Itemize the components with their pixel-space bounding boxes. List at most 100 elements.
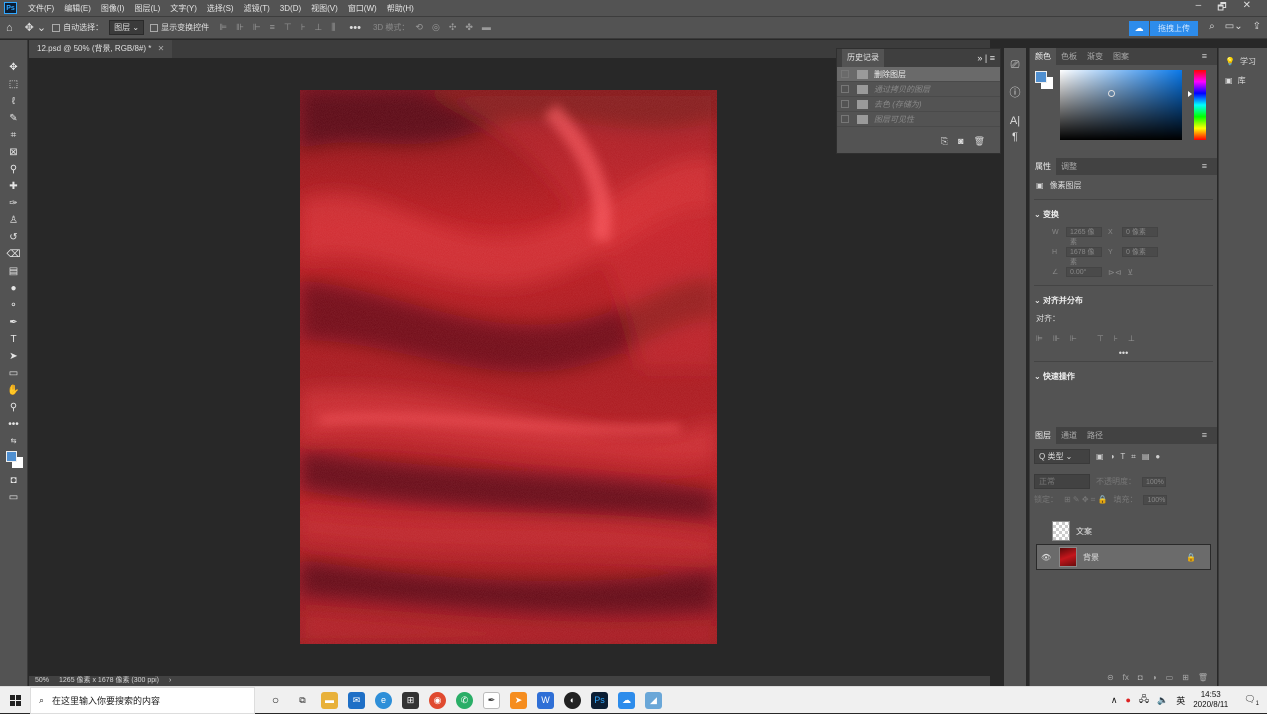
tab-color[interactable]: 颜色 — [1030, 48, 1056, 65]
align-top-edges-icon[interactable]: ⊤ — [1097, 334, 1104, 343]
color-swatches[interactable] — [4, 451, 24, 471]
menu-select[interactable]: 选择(S) — [202, 3, 239, 14]
type-tool-icon[interactable]: T — [4, 332, 24, 347]
paragraph-panel-icon[interactable]: ¶ — [1004, 126, 1026, 148]
close-tab-icon[interactable]: ✕ — [158, 44, 165, 53]
menu-view[interactable]: 视图(V) — [306, 3, 343, 14]
flip-horizontal-icon[interactable]: ⊳⊲ — [1108, 268, 1121, 277]
brush-tool-icon[interactable]: ✑ — [4, 196, 24, 211]
history-source-checkbox[interactable] — [841, 100, 849, 108]
history-source-checkbox[interactable] — [841, 115, 849, 123]
menu-3d[interactable]: 3D(D) — [275, 4, 306, 13]
blur-tool-icon[interactable]: ● — [4, 281, 24, 296]
fill-field[interactable]: 100% — [1143, 494, 1168, 505]
feishu-icon[interactable]: ➤ — [510, 691, 527, 709]
tab-patterns[interactable]: 图案 — [1108, 48, 1134, 65]
menu-help[interactable]: 帮助(H) — [382, 3, 419, 14]
filter-shape-icon[interactable]: ⌗ — [1131, 452, 1136, 462]
transform-section[interactable]: ⌄ 变换 — [1030, 203, 1217, 222]
align-left-edges-icon[interactable]: ⊫ — [1036, 334, 1043, 343]
lock-icon[interactable]: 🔒 — [1186, 553, 1196, 562]
menu-image[interactable]: 图像(I) — [96, 3, 130, 14]
align-bottom-icon[interactable]: ⊥ — [314, 22, 322, 33]
align-center-icon[interactable]: ⊪ — [236, 22, 244, 33]
y-field[interactable]: 0 像素 — [1122, 247, 1158, 257]
crop-tool-icon[interactable]: ⌗ — [4, 128, 24, 143]
panel-menu-icon[interactable]: ≡ — [1197, 427, 1212, 444]
link-layers-icon[interactable]: ⊝ — [1107, 673, 1114, 682]
align-right-edges-icon[interactable]: ⊩ — [1070, 334, 1077, 343]
libraries-panel-button[interactable]: ▣ 库 — [1219, 67, 1267, 86]
move-tool-icon[interactable]: ✥ ⌄ — [25, 21, 47, 34]
path-select-tool-icon[interactable]: ➤ — [4, 349, 24, 364]
healing-tool-icon[interactable]: ✚ — [4, 179, 24, 194]
info-panel-icon[interactable]: ⓘ — [1004, 82, 1026, 104]
home-icon[interactable]: ⌂ — [6, 22, 13, 34]
dodge-tool-icon[interactable]: ⚬ — [4, 298, 24, 313]
move-tool-icon[interactable]: ✥ — [4, 60, 24, 75]
panel-menu-icon[interactable]: ≡ — [1197, 158, 1212, 175]
tab-layers[interactable]: 图层 — [1030, 427, 1056, 444]
store-icon[interactable]: ⊞ — [402, 691, 419, 709]
history-item[interactable]: 去色 (存储为) — [837, 97, 1000, 112]
roll-3d-icon[interactable]: ◎ — [432, 22, 440, 33]
align-bottom-edges-icon[interactable]: ⊥ — [1128, 334, 1135, 343]
photoshop-taskbar-icon[interactable]: Ps — [591, 691, 608, 709]
baidu-netdisk-icon[interactable]: ☁ — [618, 691, 635, 709]
color-field[interactable] — [1060, 70, 1182, 140]
search-icon[interactable]: ⌕ — [1209, 21, 1215, 32]
cloud-upload[interactable]: ☁ 拖拽上传 — [1129, 20, 1198, 36]
delete-state-icon[interactable]: 🗑 — [974, 136, 985, 147]
menu-type[interactable]: 文字(Y) — [165, 3, 202, 14]
history-panel-icon[interactable]: ⎚ — [1004, 54, 1026, 76]
foreground-color[interactable] — [1035, 71, 1047, 83]
layer-name[interactable]: 背景 — [1083, 552, 1099, 563]
new-group-icon[interactable]: ▭ — [1166, 673, 1174, 682]
distribute-v-icon[interactable]: ⫼ — [331, 22, 335, 33]
new-adjustment-icon[interactable]: ◑ — [1152, 673, 1157, 682]
width-field[interactable]: 1265 像素 — [1066, 227, 1102, 246]
restore-icon[interactable]: 🗗 — [1217, 0, 1226, 17]
align-left-icon[interactable]: ⊫ — [219, 22, 227, 33]
panel-menu-icon[interactable]: ≡ — [1197, 48, 1212, 65]
frame-tool-icon[interactable]: ⊠ — [4, 145, 24, 160]
shape-tool-icon[interactable]: ▭ — [4, 366, 24, 381]
menu-edit[interactable]: 编辑(E) — [59, 3, 96, 14]
document-canvas-image[interactable] — [300, 90, 717, 644]
word-icon[interactable]: W — [537, 691, 554, 709]
delete-layer-icon[interactable]: 🗑 — [1198, 673, 1208, 682]
slide-3d-icon[interactable]: ✤ — [465, 22, 473, 33]
panel-menu-icon[interactable]: » | ≡ — [977, 53, 995, 63]
eyedropper-tool-icon[interactable]: ⚲ — [4, 162, 24, 177]
filter-type-icon[interactable]: T — [1120, 452, 1125, 461]
share-icon[interactable]: ⇪ — [1253, 21, 1261, 32]
layer-row[interactable]: 文案 — [1030, 518, 1217, 544]
quick-select-tool-icon[interactable]: ✎ — [4, 111, 24, 126]
camera-3d-icon[interactable]: ▬ — [482, 22, 491, 33]
swap-colors-icon[interactable]: ⇆ — [4, 434, 24, 449]
status-chevron-icon[interactable]: › — [169, 676, 171, 686]
media-icon[interactable]: ◐ — [564, 691, 581, 709]
history-source-checkbox[interactable] — [841, 85, 849, 93]
close-icon[interactable]: ✕ — [1243, 0, 1251, 17]
wechat-icon[interactable]: ✆ — [456, 691, 473, 709]
edge-icon[interactable]: e — [375, 691, 392, 709]
taskbar-search[interactable]: ⌕ 在这里输入你要搜索的内容 — [30, 686, 255, 714]
history-item[interactable]: 图层可见性 — [837, 112, 1000, 127]
foreground-color-swatch[interactable] — [5, 451, 17, 462]
more-align-icon[interactable]: ••• — [1030, 348, 1217, 358]
align-right-icon[interactable]: ⊩ — [253, 22, 261, 33]
workspace-icon[interactable]: ▭⌄ — [1225, 21, 1243, 32]
menu-filter[interactable]: 滤镜(T) — [239, 3, 275, 14]
menu-layer[interactable]: 图层(L) — [129, 3, 165, 14]
eraser-tool-icon[interactable]: ⌫ — [4, 247, 24, 262]
orbit-3d-icon[interactable]: ⟲ — [415, 22, 423, 33]
quick-mask-icon[interactable]: ◘ — [4, 473, 24, 488]
layer-filter-dropdown[interactable]: Q 类型 ⌄ — [1034, 449, 1090, 464]
hand-tool-icon[interactable]: ✋ — [4, 383, 24, 398]
tab-channels[interactable]: 通道 — [1056, 427, 1082, 444]
pen-tool-icon[interactable]: ✒ — [4, 315, 24, 330]
learn-panel-button[interactable]: 💡 学习 — [1219, 48, 1267, 67]
ime-indicator[interactable]: 英 — [1176, 694, 1185, 707]
menu-window[interactable]: 窗口(W) — [343, 3, 382, 14]
